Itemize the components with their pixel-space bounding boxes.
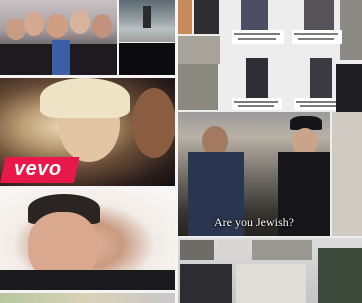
collage-thumbnail[interactable] bbox=[340, 0, 362, 60]
collage-thumbnail[interactable] bbox=[336, 64, 362, 112]
text-line bbox=[238, 105, 274, 107]
text-line bbox=[300, 105, 336, 107]
collage-thumbnail[interactable] bbox=[194, 0, 219, 34]
figure-shape bbox=[143, 6, 151, 28]
video-subtitle: Are you Jewish? bbox=[214, 215, 294, 229]
text-caption bbox=[232, 98, 282, 110]
text-line bbox=[234, 33, 280, 35]
face-shape bbox=[46, 14, 68, 38]
group-photo-thumbnail[interactable] bbox=[0, 0, 117, 75]
face-shape bbox=[24, 12, 44, 36]
person-photo[interactable] bbox=[304, 0, 334, 30]
clothing-shape bbox=[52, 40, 70, 75]
text-line bbox=[238, 38, 276, 40]
person-photo[interactable] bbox=[241, 0, 268, 30]
face-shape bbox=[6, 18, 26, 40]
hair-shape bbox=[40, 78, 130, 118]
collage-thumbnail[interactable] bbox=[252, 240, 312, 260]
collage-thumbnail[interactable] bbox=[318, 248, 362, 303]
text-line bbox=[298, 38, 334, 40]
person-photo[interactable] bbox=[246, 58, 268, 98]
collage-thumbnail[interactable] bbox=[218, 240, 248, 260]
bottom-thumbnail-strip[interactable] bbox=[0, 293, 175, 303]
collage-thumbnail[interactable] bbox=[236, 264, 306, 303]
crying-face-thumbnail[interactable] bbox=[0, 190, 175, 290]
text-line bbox=[234, 101, 278, 103]
text-caption bbox=[232, 30, 284, 44]
face-shape bbox=[92, 14, 112, 38]
text-line bbox=[296, 101, 340, 103]
text-line bbox=[294, 33, 338, 35]
shirt-shape bbox=[0, 270, 175, 290]
collage-thumbnail[interactable] bbox=[178, 36, 220, 64]
collage-thumbnail[interactable] bbox=[180, 264, 232, 303]
face-shape bbox=[132, 88, 175, 158]
collage-bottom-strip bbox=[178, 238, 362, 303]
text-caption bbox=[292, 30, 342, 44]
face-shape bbox=[70, 10, 90, 34]
collage-thumbnail[interactable] bbox=[332, 112, 362, 236]
collage-thumbnail[interactable] bbox=[180, 240, 214, 260]
person-photo[interactable] bbox=[310, 58, 332, 98]
vevo-logo-text: vevo bbox=[14, 158, 62, 180]
dark-thumbnail[interactable] bbox=[119, 43, 175, 75]
street-photo[interactable] bbox=[178, 64, 218, 110]
runner-thumbnail[interactable] bbox=[119, 0, 175, 42]
collage-thumbnail[interactable] bbox=[178, 0, 192, 34]
